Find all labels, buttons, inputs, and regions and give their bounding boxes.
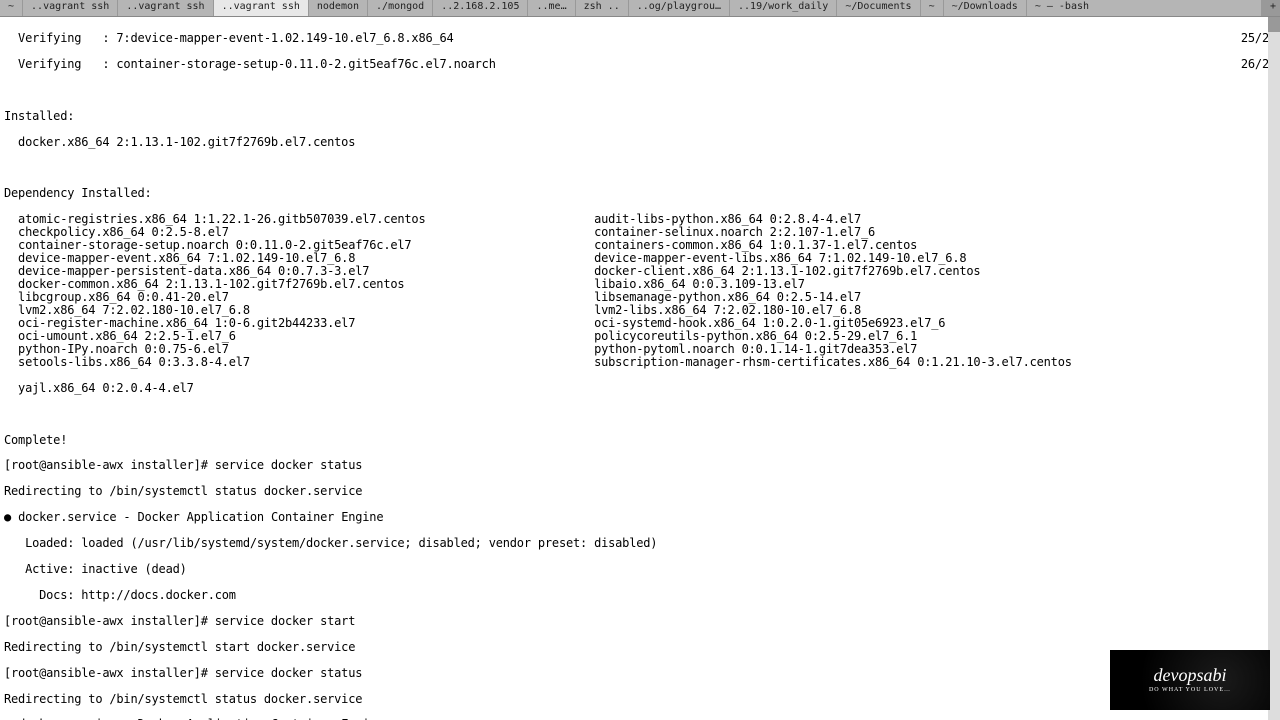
output-line: Loaded: loaded (/usr/lib/systemd/system/… [4,537,1276,550]
output-line: Redirecting to /bin/systemctl status doc… [4,485,1276,498]
dependency-line: oci-register-machine.x86_64 1:0-6.git2b4… [4,317,1276,330]
logo-text: devopsabi [1154,666,1227,685]
dependency-line: setools-libs.x86_64 0:3.3.8-4.el7 subscr… [4,356,1276,369]
watermark-logo: devopsabi DO WHAT YOU LOVE… [1110,650,1270,710]
section-header: Installed: [4,110,1276,123]
output-line: yajl.x86_64 0:2.0.4-4.el7 [4,382,1276,395]
tab-item[interactable]: ..19/work_daily [730,0,837,16]
tab-item[interactable]: ~/Downloads [944,0,1027,16]
section-header: Dependency Installed: [4,187,1276,200]
tab-item[interactable]: nodemon [309,0,368,16]
output-line: docker.x86_64 2:1.13.1-102.git7f2769b.el… [4,136,1276,149]
prompt-line: [root@ansible-awx installer]# service do… [4,667,362,680]
output-line: Verifying : container-storage-setup-0.11… [4,58,496,71]
prompt-line: [root@ansible-awx installer]# service do… [4,615,355,628]
tab-item-active[interactable]: ..vagrant ssh [214,0,309,16]
output-line: Redirecting to /bin/systemctl start dock… [4,641,1276,654]
terminal-output[interactable]: Verifying : 7:device-mapper-event-1.02.1… [0,17,1280,720]
tab-item[interactable]: ~ [921,0,944,16]
scrollbar[interactable] [1268,17,1280,720]
logo-subtitle: DO WHAT YOU LOVE… [1149,687,1231,693]
output-line: Docs: http://docs.docker.com [4,589,1276,602]
service-line: docker.service - Docker Application Cont… [4,511,1276,524]
tab-item[interactable]: ..2.168.2.105 [433,0,528,16]
tab-item[interactable]: ~ [0,0,23,16]
tab-item[interactable]: ~ — -bash [1027,0,1262,16]
tab-bar: ~ ..vagrant ssh ..vagrant ssh ..vagrant … [0,0,1280,17]
new-tab-button[interactable]: + [1262,0,1280,16]
tab-item[interactable]: ./mongod [368,0,433,16]
complete-message: Complete! [4,434,1276,447]
tab-item[interactable]: ..vagrant ssh [23,0,118,16]
output-line: Verifying : 7:device-mapper-event-1.02.1… [4,32,454,45]
tab-item[interactable]: zsh .. [576,0,629,16]
output-line: Redirecting to /bin/systemctl status doc… [4,693,1276,706]
tab-item[interactable]: ..me… [528,0,575,16]
dependency-line: oci-umount.x86_64 2:2.5-1.el7_6 policyco… [4,330,1276,343]
tab-item[interactable]: ..og/playgrou… [629,0,730,16]
tab-item[interactable]: ..vagrant ssh [118,0,213,16]
dependency-line: python-IPy.noarch 0:0.75-6.el7 python-py… [4,343,1276,356]
scrollbar-thumb[interactable] [1268,17,1280,32]
prompt-line: [root@ansible-awx installer]# service do… [4,459,362,472]
output-line: Active: inactive (dead) [4,563,1276,576]
dependency-line: lvm2.x86_64 7:2.02.180-10.el7_6.8 lvm2-l… [4,304,1276,317]
tab-item[interactable]: ~/Documents [837,0,920,16]
